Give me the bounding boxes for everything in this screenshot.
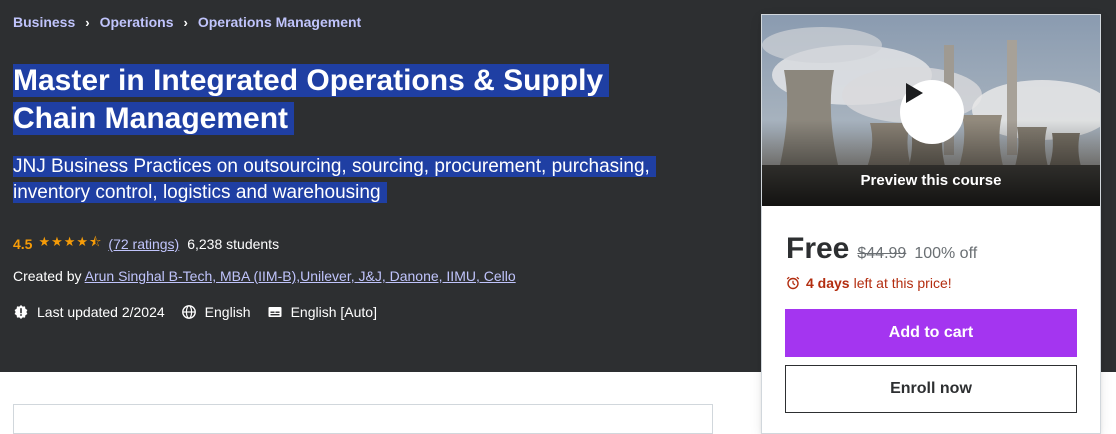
students-count: 6,238 students bbox=[187, 236, 280, 252]
update-alert-icon bbox=[14, 305, 28, 319]
breadcrumb-business[interactable]: Business bbox=[13, 14, 75, 30]
breadcrumb: Business › Operations › Operations Manag… bbox=[13, 14, 361, 30]
course-preview[interactable]: Preview this course bbox=[762, 15, 1100, 206]
instructor-link[interactable]: Arun Singhal B-Tech, MBA (IIM-B),Unileve… bbox=[85, 268, 516, 284]
last-updated-text: Last updated 2/2024 bbox=[37, 304, 165, 320]
rating-row: 4.5 ★★★★⯪ (72 ratings) 6,238 students bbox=[13, 233, 279, 255]
captions: English [Auto] bbox=[267, 304, 377, 320]
rating-value: 4.5 bbox=[13, 236, 33, 252]
timer-text: left at this price! bbox=[853, 275, 952, 291]
created-by-label: Created by bbox=[13, 268, 82, 284]
current-price: Free bbox=[786, 232, 850, 265]
add-to-cart-button[interactable]: Add to cart bbox=[785, 309, 1077, 357]
what-you-learn-box bbox=[13, 404, 713, 434]
play-button[interactable] bbox=[900, 80, 964, 144]
captions-text: English [Auto] bbox=[290, 304, 377, 320]
course-subtitle: JNJ Business Practices on outsourcing, s… bbox=[13, 154, 673, 206]
course-subtitle-text: JNJ Business Practices on outsourcing, s… bbox=[13, 156, 656, 203]
purchase-card: Preview this course Free $44.99 100% off… bbox=[761, 14, 1101, 434]
captions-icon bbox=[268, 307, 282, 317]
globe-icon bbox=[181, 305, 196, 319]
play-icon bbox=[906, 83, 923, 103]
discount-timer: 4 days left at this price! bbox=[786, 275, 952, 291]
star-icon: ★★★★⯪ bbox=[38, 234, 103, 249]
breadcrumb-operations[interactable]: Operations bbox=[100, 14, 174, 30]
original-price: $44.99 bbox=[857, 245, 907, 262]
enroll-now-button[interactable]: Enroll now bbox=[785, 365, 1077, 413]
price-row: Free $44.99 100% off bbox=[786, 232, 977, 266]
language: English bbox=[181, 304, 251, 320]
course-title-text: Master in Integrated Operations & Supply… bbox=[13, 64, 610, 135]
course-title: Master in Integrated Operations & Supply… bbox=[13, 62, 673, 138]
course-meta: Last updated 2/2024 English English [Aut… bbox=[13, 304, 393, 320]
ratings-count-link[interactable]: (72 ratings) bbox=[108, 236, 179, 252]
timer-days: 4 days bbox=[806, 275, 850, 291]
alarm-clock-icon bbox=[786, 276, 800, 290]
breadcrumb-operations-management[interactable]: Operations Management bbox=[198, 14, 361, 30]
chevron-right-icon: › bbox=[183, 14, 188, 30]
language-text: English bbox=[204, 304, 251, 320]
last-updated: Last updated 2/2024 bbox=[13, 304, 165, 320]
chevron-right-icon: › bbox=[85, 14, 90, 30]
preview-label: Preview this course bbox=[860, 172, 1002, 189]
created-by: Created by Arun Singhal B-Tech, MBA (IIM… bbox=[13, 268, 516, 284]
discount-percent: 100% off bbox=[914, 245, 978, 262]
